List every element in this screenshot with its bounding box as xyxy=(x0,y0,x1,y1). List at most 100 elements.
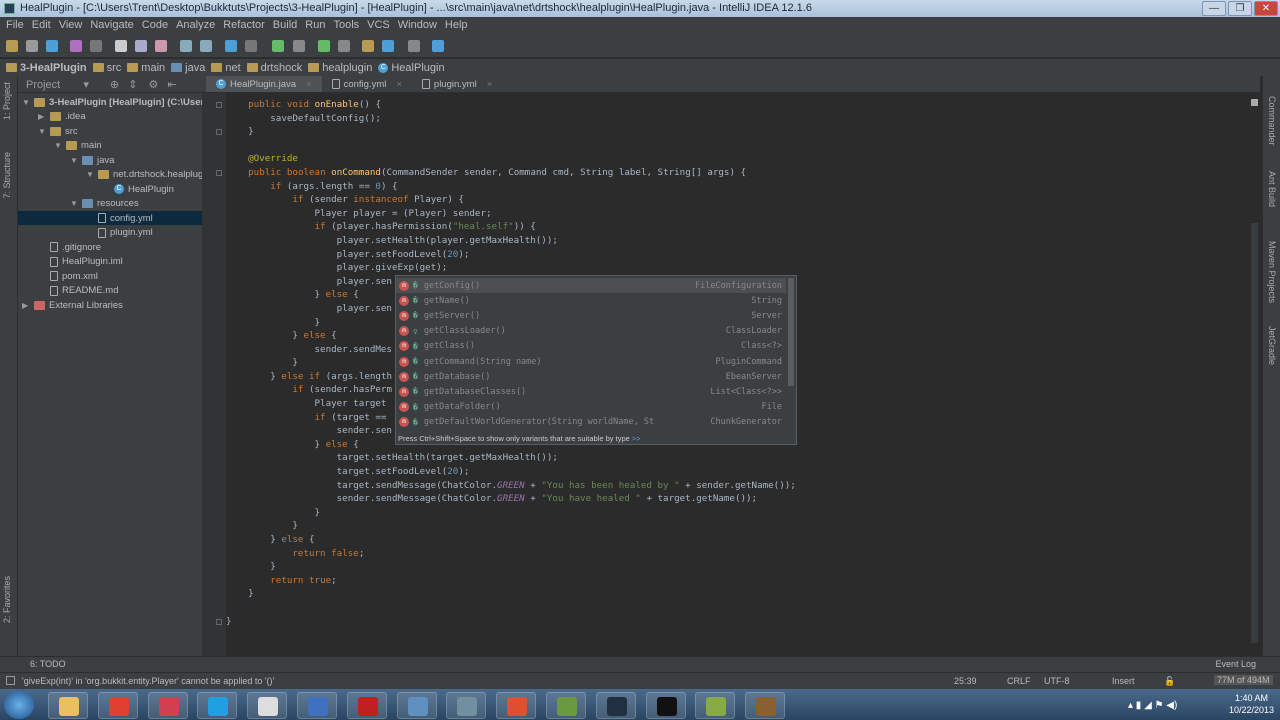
event-log-button[interactable]: Event Log xyxy=(1215,659,1256,669)
expanded-arrow-icon[interactable]: ▼ xyxy=(38,127,46,136)
completion-item[interactable]: m � getDefaultWorldGenerator(String worldN… xyxy=(396,415,786,430)
toggle-tool-windows-icon[interactable] xyxy=(6,676,15,685)
breadcrumb-net[interactable]: net xyxy=(211,62,241,74)
expanded-arrow-icon[interactable]: ▼ xyxy=(70,199,78,208)
completion-item[interactable]: m � getServer() Server xyxy=(396,308,786,323)
breadcrumb-java[interactable]: java xyxy=(171,62,205,74)
collapsed-arrow-icon[interactable]: ▶ xyxy=(38,112,46,121)
taskbar-steam[interactable] xyxy=(247,692,288,719)
tree-item[interactable]: ▼ net.drtshock.healplugin xyxy=(18,168,211,182)
fold-marker-icon[interactable] xyxy=(216,129,222,136)
tool-tab-ant-build[interactable]: Ant Build xyxy=(1267,171,1277,207)
sdk-icon[interactable] xyxy=(408,40,420,52)
taskbar-virtualbox[interactable] xyxy=(396,692,437,719)
tree-item[interactable]: plugin.yml xyxy=(18,226,153,240)
gear-icon[interactable]: ⚙ xyxy=(148,79,158,91)
completion-item[interactable]: m � getDatabaseClasses() List<Class<?>> xyxy=(396,384,786,399)
taskbar-network[interactable] xyxy=(297,692,337,719)
taskbar-media-player[interactable] xyxy=(595,692,636,719)
menu-code[interactable]: Code xyxy=(140,17,174,34)
chevron-down-icon[interactable]: ▾ xyxy=(83,79,89,91)
sync-icon[interactable] xyxy=(46,40,58,52)
tree-item[interactable]: ▶ .idea xyxy=(18,110,86,124)
make-icon[interactable] xyxy=(272,40,284,52)
completion-item[interactable]: m � getClass() Class<?> xyxy=(396,339,786,354)
breadcrumb-drtshock[interactable]: drtshock xyxy=(246,62,302,74)
breadcrumb-3-healplugin[interactable]: 3-HealPlugin xyxy=(6,62,87,74)
menu-analyze[interactable]: Analyze xyxy=(174,17,221,34)
todo-tool-button[interactable]: 6: TODO xyxy=(30,659,66,669)
tab-healplugin-java[interactable]: C HealPlugin.java × xyxy=(206,76,322,92)
save-icon[interactable] xyxy=(26,40,38,52)
completion-item[interactable]: m � getDataFolder() File xyxy=(396,400,786,415)
run-icon[interactable] xyxy=(318,40,330,52)
back-icon[interactable] xyxy=(225,40,237,52)
cut-icon[interactable] xyxy=(115,40,127,52)
breadcrumb-healplugin[interactable]: healplugin xyxy=(308,62,372,74)
menu-edit[interactable]: Edit xyxy=(30,17,57,34)
expanded-arrow-icon[interactable]: ▼ xyxy=(70,156,78,165)
run-config-icon[interactable] xyxy=(293,40,305,52)
tree-item[interactable]: pom.xml xyxy=(18,269,98,283)
tree-item[interactable]: C HealPlugin xyxy=(18,182,174,196)
tree-item[interactable]: HealPlugin.iml xyxy=(18,255,123,269)
taskbar-minecraft-server[interactable] xyxy=(745,692,786,719)
completion-item[interactable]: m � getCommand(String name) PluginCommand xyxy=(396,354,786,369)
breadcrumb-healplugin[interactable]: C HealPlugin xyxy=(378,62,445,74)
expanded-arrow-icon[interactable]: ▼ xyxy=(86,170,94,179)
tool-tab-maven-projects[interactable]: Maven Projects xyxy=(1267,241,1277,303)
taskbar-skype[interactable] xyxy=(197,692,238,719)
tab-plugin-yml[interactable]: plugin.yml × xyxy=(412,76,502,92)
clock[interactable]: 1:40 AM 10/22/2013 xyxy=(1229,692,1274,716)
menu-file[interactable]: File xyxy=(4,17,30,34)
collapse-all-icon[interactable]: ⇕ xyxy=(128,79,137,91)
completion-item[interactable]: m � getConfig() FileConfiguration xyxy=(396,278,786,294)
scrollbar-thumb[interactable] xyxy=(1251,223,1258,643)
completion-item[interactable]: m ♀ getClassLoader() ClassLoader xyxy=(396,324,786,339)
taskbar-minecraft[interactable] xyxy=(546,692,586,719)
redo-icon[interactable] xyxy=(90,40,102,52)
menu-vcs[interactable]: VCS xyxy=(365,17,396,34)
hint-link[interactable]: >> xyxy=(632,434,641,443)
debug-icon[interactable] xyxy=(338,40,350,52)
scroll-from-source-icon[interactable]: ⊕ xyxy=(110,79,119,91)
project-view-dropdown[interactable]: Project xyxy=(26,79,60,91)
fold-marker-icon[interactable] xyxy=(216,618,222,625)
tree-item[interactable]: config.yml xyxy=(18,211,202,225)
tree-item[interactable]: ▼ src xyxy=(18,124,78,138)
close-tab-icon[interactable]: × xyxy=(487,79,493,90)
hide-icon[interactable]: ⇤ xyxy=(167,79,176,91)
encoding[interactable]: UTF-8 xyxy=(1044,676,1070,686)
menu-refactor[interactable]: Refactor xyxy=(221,17,271,34)
close-tab-icon[interactable]: × xyxy=(396,79,402,90)
taskbar-windows-explorer[interactable] xyxy=(48,692,88,719)
fold-marker-icon[interactable] xyxy=(216,170,222,176)
tool-tab-jetgradle[interactable]: JetGradle xyxy=(1267,326,1277,365)
tree-item[interactable]: README.md xyxy=(18,284,118,298)
settings-icon[interactable] xyxy=(362,40,374,52)
completion-scrollbar[interactable] xyxy=(788,278,794,386)
line-separator[interactable]: CRLF xyxy=(1007,676,1031,686)
tool-tab-structure[interactable]: 7: Structure xyxy=(2,152,12,199)
tree-item[interactable]: ▼ resources xyxy=(18,197,139,211)
memory-indicator[interactable]: 77M of 494M xyxy=(1214,675,1273,685)
breadcrumb-src[interactable]: src xyxy=(92,62,121,74)
replace-icon[interactable] xyxy=(200,40,212,52)
restore-button[interactable]: ❐ xyxy=(1228,1,1252,16)
minimize-button[interactable]: — xyxy=(1202,1,1226,16)
collapsed-arrow-icon[interactable]: ▶ xyxy=(22,301,30,310)
find-icon[interactable] xyxy=(180,40,192,52)
insert-mode[interactable]: Insert xyxy=(1112,676,1135,686)
system-tray-icons[interactable]: ▴ ▮ ◢ ⚑ ◀) xyxy=(1128,700,1177,711)
tree-item[interactable]: ▶ External Libraries xyxy=(18,298,123,312)
expanded-arrow-icon[interactable]: ▼ xyxy=(22,98,30,107)
menu-run[interactable]: Run xyxy=(303,17,331,34)
close-tab-icon[interactable]: × xyxy=(306,79,312,90)
taskbar-chrome[interactable] xyxy=(97,692,138,719)
taskbar-media[interactable] xyxy=(147,692,188,719)
forward-icon[interactable] xyxy=(245,40,257,52)
taskbar-filezilla[interactable] xyxy=(346,692,387,719)
tree-item[interactable]: ▼ java xyxy=(18,153,114,167)
taskbar-intellij-idea[interactable] xyxy=(446,692,487,719)
tree-item[interactable]: ▼ main xyxy=(18,139,102,153)
